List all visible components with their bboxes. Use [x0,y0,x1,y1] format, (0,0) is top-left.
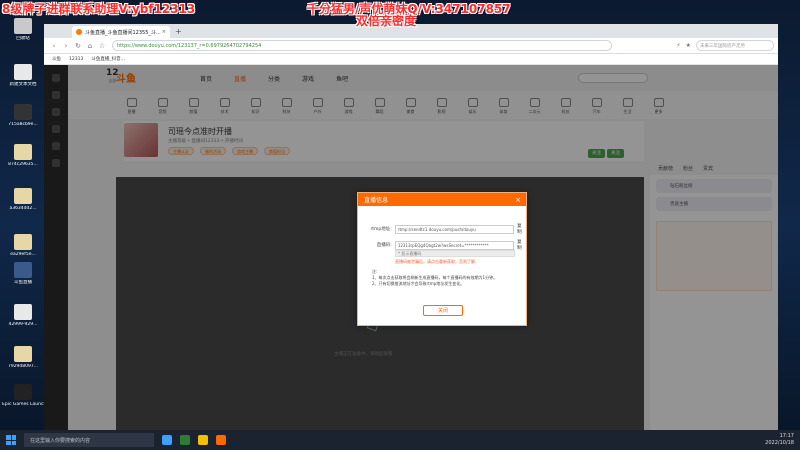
task-view-icon[interactable] [162,435,172,445]
file-icon [14,234,32,250]
url-tools: ⚡ ★ 未来三年国际房产走势 [676,40,774,51]
taskbar-search-input[interactable]: 在这里输入你要搜索的内容 [24,433,154,447]
taskbar-apps [162,435,226,445]
forward-icon[interactable]: › [60,42,72,50]
douyu-app-icon [14,262,32,278]
douyu-favicon-icon [76,29,82,35]
key-field[interactable]: 12313rpEQg4Qagt2w?wsSecret=************ [394,240,515,250]
file-icon [14,346,32,362]
key-label: 直播码: [376,243,392,248]
refresh-icon[interactable]: ↻ [72,42,84,50]
taskbar: 在这里输入你要搜索的内容 17:17 2022/10/18 [0,430,800,450]
epic-games-icon [14,384,32,400]
key-warning[interactable]: 直播码被泄漏后，请点击重新获取，否则了解 [395,259,475,265]
system-clock[interactable]: 17:17 2022/10/18 [765,433,794,447]
text-file-icon [14,64,32,80]
browser-app-icon[interactable] [180,435,190,445]
clock-date: 2022/10/18 [765,440,794,446]
file-icon [14,304,32,320]
browser-tab[interactable]: 斗鱼直播_斗鱼直播间12355_斗... × [72,26,170,38]
douyu-app-icon[interactable] [216,435,226,445]
tab-title: 斗鱼直播_斗鱼直播间12355_斗... [85,29,161,36]
recycle-bin-icon [14,18,32,34]
desktop-icon[interactable]: 874c29635... [2,144,44,182]
copy-key-button[interactable]: 复制 [517,239,526,251]
bookmark-item[interactable]: 12313 [69,57,83,62]
stream-info-dialog: 直播信息 × rtmp地址: rtmp://sendtc1.douyu.com/… [357,192,527,326]
home-icon[interactable]: ⌂ [84,42,96,50]
bookmark-star-icon[interactable]: ★ [686,42,691,49]
desktop-icon[interactable]: 斗鱼直播 [2,262,44,300]
close-icon[interactable]: × [515,196,521,204]
url-bar[interactable]: https://www.douyu.com/123137_r=0.6979264… [112,40,612,51]
star-icon[interactable]: ☆ [96,42,108,50]
dialog-header: 直播信息 × [358,193,526,206]
note-item: 2、只有切换推流地址才会导致rtmp地址发生变化。 [372,281,465,286]
desktop-icon[interactable]: 回收站 [2,18,44,56]
desktop-icon[interactable]: a3634dd2... [2,188,44,226]
rtmp-label: rtmp地址: [370,227,392,232]
taskbar-search-placeholder: 在这里输入你要搜索的内容 [30,437,91,444]
back-icon[interactable]: ‹ [48,42,60,50]
dialog-notes: 注: 1、每次点击获取将会刷新生成直播码，每个直播码的有效期为1分钟。 2、只有… [372,269,522,287]
file-explorer-icon[interactable] [198,435,208,445]
close-tab-icon[interactable]: × [162,29,166,35]
right-banner-line2: 双倍亲密度 [356,14,417,28]
url-text: https://www.douyu.com/123137_r=0.6979264… [117,42,262,49]
rtmp-field[interactable]: rtmp://sendtc1.douyu.com/push/douyu [394,224,515,234]
desktop-icon[interactable]: 42999-929... [2,304,44,342]
desktop-icon[interactable]: 新建文本文档 [2,64,44,102]
bookmark-item[interactable]: 斗鱼直播_抖音... [91,56,125,62]
desktop-icon[interactable]: 715a8cb9e... [2,104,44,142]
bookmark-item[interactable]: 斗鱼 [52,56,61,62]
file-icon [14,188,32,204]
bookmarks-bar: 斗鱼 12313 斗鱼直播_抖音... [44,54,778,65]
lightning-icon[interactable]: ⚡ [676,42,680,49]
clock-time: 17:17 [779,433,794,439]
file-icon [14,144,32,160]
address-row: ‹ › ↻ ⌂ ☆ https://www.douyu.com/123137_r… [44,38,778,54]
dialog-title: 直播信息 [364,197,389,204]
left-banner: 8级牌子进群联系助理V:ybf12313 [2,2,196,16]
search-placeholder: 未来三年国际房产走势 [700,43,745,49]
rtmp-row: rtmp地址: rtmp://sendtc1.douyu.com/push/do… [364,223,526,235]
file-icon [14,104,32,120]
show-key-toggle[interactable]: * 显示直播码 [395,250,515,257]
copy-rtmp-button[interactable]: 复制 [517,223,526,235]
windows-start-icon[interactable] [6,435,16,445]
close-dialog-button[interactable]: 关闭 [423,305,463,316]
desktop-icon[interactable]: Epic Games Launcher [2,384,44,422]
search-input[interactable]: 未来三年国际房产走势 [696,40,774,51]
desktop-icon[interactable]: 7929d8097... [2,346,44,384]
new-tab-button[interactable]: + [175,26,182,38]
